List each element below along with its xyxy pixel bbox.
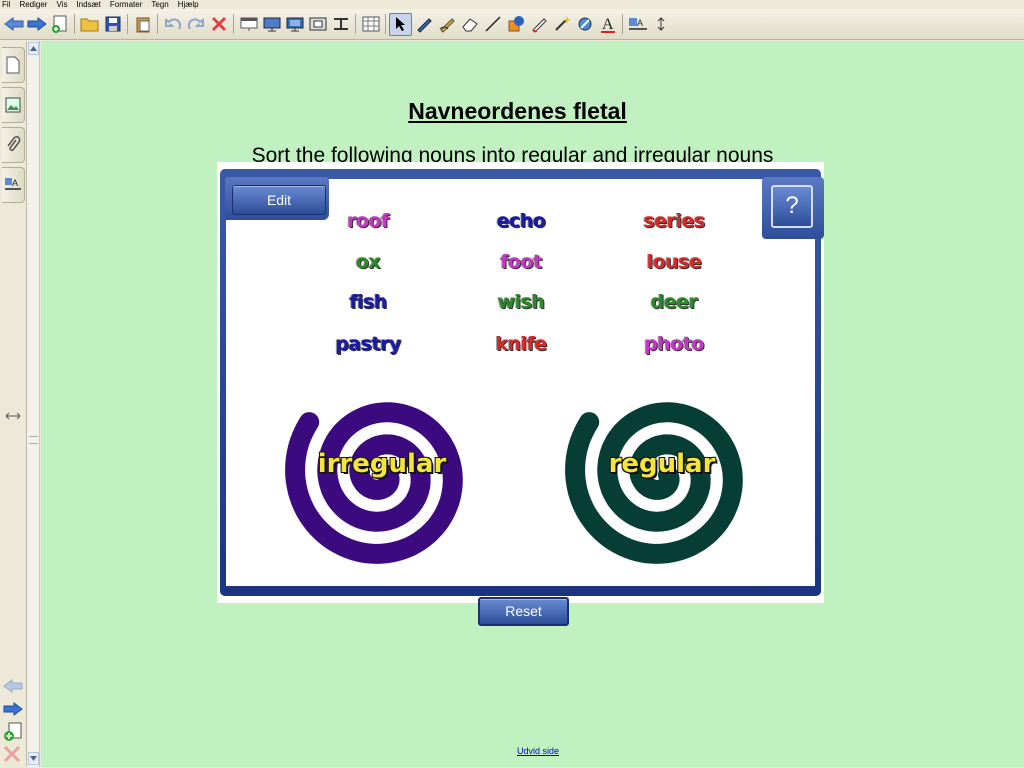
eraser-icon[interactable] (458, 13, 481, 36)
text-icon[interactable]: A (596, 13, 619, 36)
irregular-label: irregular (317, 449, 447, 479)
edit-tab: Edit (225, 177, 329, 220)
menu-help[interactable]: Hjælp (178, 0, 199, 9)
forward-arrow-icon[interactable] (25, 13, 48, 36)
svg-text:A: A (637, 18, 643, 28)
shape-recognition-icon[interactable] (573, 13, 596, 36)
word-tile[interactable]: echo (461, 210, 581, 232)
expand-page-link[interactable]: Udvid side (517, 746, 559, 756)
word-tile[interactable]: ox (308, 251, 428, 273)
menu-file[interactable]: Fil (2, 0, 10, 9)
activity-board: roof echo series ox foot louse fish wish deer pas… (226, 179, 815, 586)
menu-draw[interactable]: Tegn (151, 0, 168, 9)
menu-insert[interactable]: Indsæt (76, 0, 100, 9)
page-title: Navneordenes fletal (408, 98, 627, 124)
attachments-tab[interactable] (2, 127, 25, 163)
edit-button[interactable]: Edit (232, 185, 326, 215)
activity-frame: roof echo series ox foot louse fish wish deer pas… (220, 169, 824, 626)
gallery-tab[interactable] (2, 87, 25, 123)
redo-icon[interactable] (184, 13, 207, 36)
whiteboard-page[interactable]: Navneordenes fletal Sort the following n… (41, 41, 1024, 767)
help-button[interactable]: ? (771, 185, 813, 228)
screen-shade-icon[interactable] (237, 13, 260, 36)
table-icon[interactable] (359, 13, 382, 36)
side-panel: A (0, 41, 27, 767)
scroll-grip[interactable] (29, 436, 38, 444)
scroll-up-icon[interactable] (28, 42, 39, 55)
select-pointer-icon[interactable] (389, 12, 412, 36)
delete-icon[interactable] (207, 13, 230, 36)
more-tools-icon[interactable] (649, 13, 672, 36)
word-tile[interactable]: series (614, 210, 734, 232)
properties-icon: A (5, 178, 21, 190)
svg-text:A: A (12, 178, 18, 188)
shapes-icon[interactable] (504, 13, 527, 36)
pen-tray-icon[interactable] (329, 13, 352, 36)
magic-pen-icon[interactable] (550, 13, 573, 36)
line-icon[interactable] (481, 13, 504, 36)
open-folder-icon[interactable] (78, 13, 101, 36)
undo-icon[interactable] (161, 13, 184, 36)
menu-view[interactable]: Vis (56, 0, 67, 9)
word-tile[interactable]: deer (614, 291, 734, 313)
paste-icon[interactable] (131, 13, 154, 36)
capture-icon[interactable] (306, 13, 329, 36)
reset-button[interactable]: Reset (478, 597, 569, 626)
vertical-scrollbar[interactable] (27, 41, 40, 767)
previous-page-icon[interactable] (3, 678, 23, 699)
sort-activity: roof echo series ox foot louse fish wish deer pas… (217, 162, 824, 626)
word-tile[interactable]: fish (308, 291, 428, 313)
word-tile[interactable]: photo (614, 333, 734, 355)
add-page-icon[interactable] (48, 13, 71, 36)
toolbar: A A (0, 9, 1024, 40)
word-tile[interactable]: pastry (308, 333, 428, 355)
menu-edit[interactable]: Rediger (19, 0, 47, 9)
back-arrow-icon[interactable] (2, 13, 25, 36)
scroll-down-icon[interactable] (28, 752, 39, 765)
fill-icon[interactable] (527, 13, 550, 36)
properties-icon[interactable]: A (626, 13, 649, 36)
next-page-icon[interactable] (3, 701, 23, 722)
word-tile[interactable]: foot (461, 251, 581, 273)
word-tile[interactable]: knife (461, 333, 581, 355)
page-icon (6, 56, 20, 74)
word-tile[interactable]: louse (614, 251, 734, 273)
paperclip-icon (7, 136, 21, 152)
pen-icon[interactable] (412, 13, 435, 36)
gallery-icon (5, 97, 21, 113)
svg-text:A: A (602, 16, 614, 33)
menu-format[interactable]: Formater (110, 0, 142, 9)
dual-display-icon[interactable] (283, 13, 306, 36)
menu-bar: Fil Rediger Vis Indsæt Formater Tegn Hjælp (0, 0, 1024, 9)
add-page-icon[interactable] (3, 722, 23, 747)
delete-page-icon[interactable] (3, 745, 21, 768)
regular-label: regular (608, 449, 716, 479)
page-sorter-tab[interactable] (2, 47, 25, 83)
word-tile[interactable]: wish (461, 291, 581, 313)
full-screen-icon[interactable] (260, 13, 283, 36)
resize-handle-icon[interactable] (4, 408, 22, 426)
save-icon[interactable] (101, 13, 124, 36)
properties-tab[interactable]: A (2, 167, 25, 203)
help-tab: ? (762, 177, 824, 239)
creative-pen-icon[interactable] (435, 13, 458, 36)
